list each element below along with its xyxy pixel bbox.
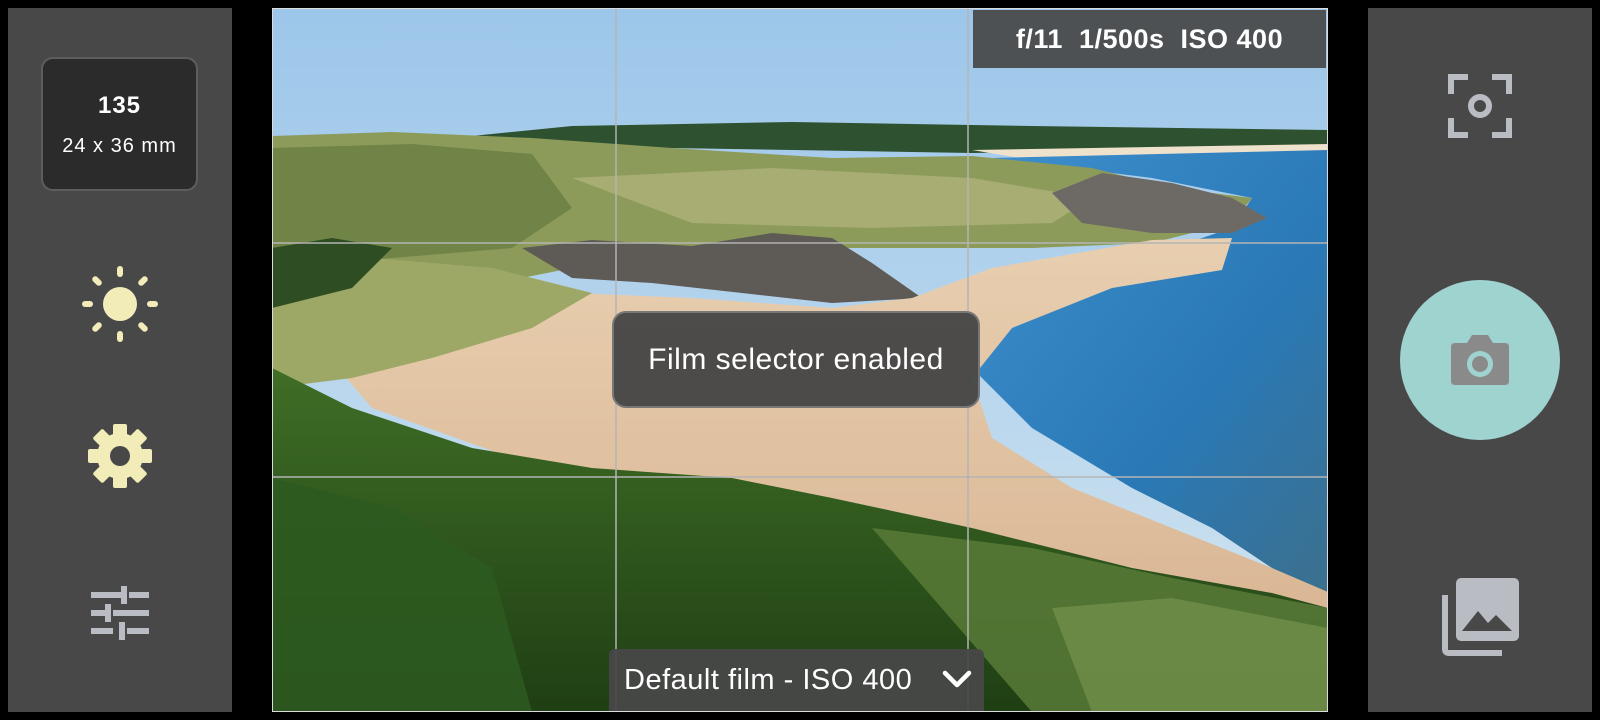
sliders-icon (91, 586, 149, 640)
film-selector-dropdown[interactable]: Default film - ISO 400 (609, 649, 984, 712)
focus-frame-icon (1448, 74, 1512, 138)
camera-viewfinder[interactable]: f/11 1/500s ISO 400 Film selector enable… (272, 8, 1328, 712)
gallery-icon (1442, 578, 1519, 656)
grid-line-horizontal-1 (272, 242, 1328, 244)
left-control-panel: 135 24 x 36 mm (8, 8, 232, 712)
film-format-name: 135 (97, 92, 142, 119)
focus-mode-button[interactable] (1440, 66, 1520, 146)
brightness-button[interactable] (80, 264, 160, 344)
exposure-readout: f/11 1/500s ISO 400 (973, 10, 1326, 68)
iso-value: ISO 400 (1180, 23, 1284, 54)
adjustments-button[interactable] (80, 578, 160, 648)
film-format-size: 24 x 36 mm (62, 135, 177, 157)
gear-icon (88, 424, 152, 488)
toast-message: Film selector enabled (612, 311, 980, 408)
grid-line-horizontal-2 (272, 476, 1328, 478)
right-control-panel (1368, 8, 1592, 712)
gallery-button[interactable] (1436, 574, 1526, 658)
film-format-button[interactable]: 135 24 x 36 mm (41, 57, 198, 191)
sun-icon (82, 266, 158, 342)
settings-button[interactable] (80, 416, 160, 496)
chevron-down-icon (942, 670, 972, 688)
aperture-value: f/11 (1015, 23, 1063, 54)
camera-icon (1451, 335, 1509, 385)
shutter-button[interactable] (1400, 280, 1560, 440)
shutter-speed-value: 1/500s (1078, 23, 1165, 54)
film-selector-label: Default film - ISO 400 (624, 664, 913, 696)
